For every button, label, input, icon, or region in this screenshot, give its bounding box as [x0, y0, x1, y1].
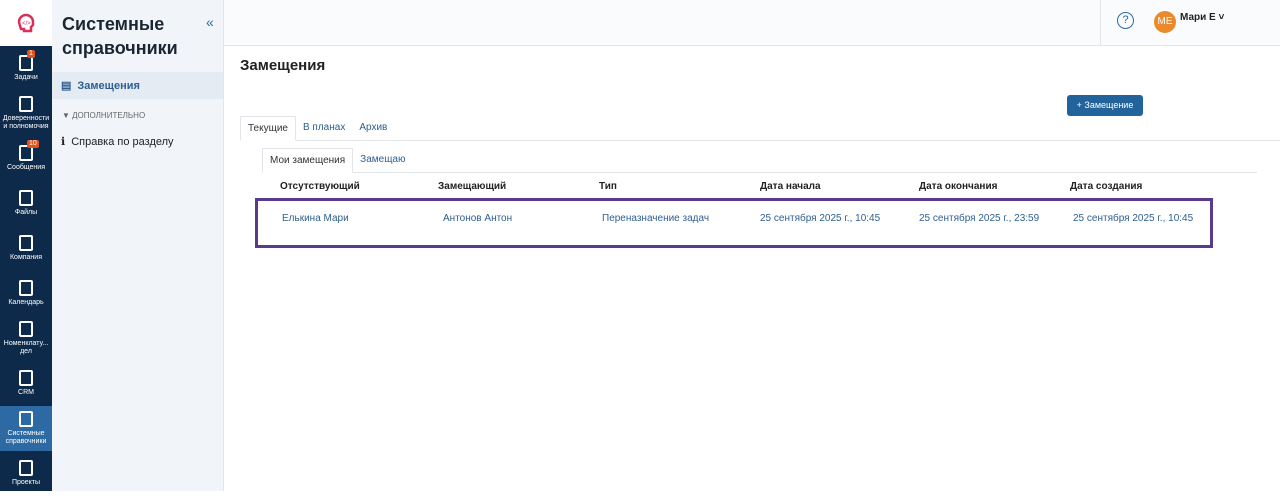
column-header[interactable]: Отсутствующий: [280, 181, 360, 192]
tab-my-substitutions[interactable]: Мои замещения: [262, 148, 354, 173]
column-header[interactable]: Тип: [599, 181, 617, 192]
rail-item[interactable]: 1 Задачи: [0, 46, 52, 91]
section-label: ДОПОЛНИТЕЛЬНО: [72, 111, 146, 120]
sidebar-item-label: Справка по разделу: [71, 135, 174, 148]
section-sidebar: Системные справочники « ▤ Замещения ▼ ДОП…: [52, 0, 224, 491]
info-icon: ℹ: [61, 136, 66, 148]
rail-icon: [19, 235, 33, 251]
rail-icon: [19, 460, 33, 476]
rail-icon: [19, 280, 33, 296]
rail-label: Номенклату... дел: [3, 340, 49, 355]
tab-archive[interactable]: Архив: [352, 116, 394, 140]
rail-label: Системные справочники: [5, 430, 47, 445]
rail-item[interactable]: Системные справочники: [0, 406, 52, 451]
svg-text:</>: </>: [22, 21, 31, 27]
rail-icon: [19, 321, 33, 337]
rail-item[interactable]: 10 Сообщения: [0, 136, 52, 181]
document-icon: ▤: [61, 80, 72, 92]
sidebar-title: Системные справочники: [62, 14, 178, 58]
tab-substituting[interactable]: Замещаю: [353, 148, 412, 172]
sidebar-item-help[interactable]: ℹ Справка по разделу: [52, 128, 223, 155]
count-badge: 10: [27, 140, 39, 148]
rail-label: CRM: [18, 389, 34, 396]
highlight-box: [255, 198, 1213, 248]
subtabs: Мои замещения Замещаю: [262, 148, 1257, 173]
rail-item[interactable]: Компания: [0, 226, 52, 271]
rail-item[interactable]: Номенклату... дел: [0, 316, 52, 361]
sidebar-section-toggle[interactable]: ▼ ДОПОЛНИТЕЛЬНО: [52, 99, 223, 128]
rail-icon: [19, 96, 33, 112]
table-cell[interactable]: Елькина Мари: [282, 213, 349, 224]
count-badge: 1: [27, 50, 35, 58]
table-cell[interactable]: 25 сентября 2025 г., 23:59: [919, 213, 1039, 224]
user-menu[interactable]: Мари Е ˅: [1180, 12, 1224, 23]
column-header[interactable]: Дата начала: [760, 181, 821, 192]
top-bar: ? МЕ Мари Е ˅: [224, 0, 1280, 46]
table-cell[interactable]: 25 сентября 2025 г., 10:45: [1073, 213, 1193, 224]
app-rail: </> 1 Задачи Доверенности и полномочия 10 Со…: [0, 0, 52, 491]
avatar[interactable]: МЕ: [1154, 11, 1176, 33]
rail-label: Доверенности и полномочия: [2, 115, 50, 130]
rail-item[interactable]: Проекты: [0, 451, 52, 496]
rail-label: Задачи: [14, 74, 38, 81]
rail-label: Файлы: [14, 209, 38, 216]
main-content: Замещения + Замещение Текущие В планах А…: [224, 46, 1280, 491]
divider: [1100, 0, 1101, 46]
page-title: Замещения: [240, 57, 326, 74]
rail-label: Сообщения: [7, 164, 45, 171]
collapse-icon[interactable]: «: [206, 14, 214, 30]
logo-icon[interactable]: </>: [0, 0, 52, 46]
column-header[interactable]: Дата окончания: [919, 181, 997, 192]
tab-planned[interactable]: В планах: [296, 116, 352, 140]
sidebar-item-label: Замещения: [77, 79, 140, 92]
table-cell[interactable]: Антонов Антон: [443, 213, 512, 224]
rail-label: Проекты: [11, 479, 41, 486]
tab-current[interactable]: Текущие: [240, 116, 296, 141]
help-icon[interactable]: ?: [1117, 12, 1134, 29]
rail-icon: [19, 411, 33, 427]
rail-item[interactable]: Доверенности и полномочия: [0, 91, 52, 136]
rail-icon: [19, 370, 33, 386]
column-header[interactable]: Дата создания: [1070, 181, 1142, 192]
rail-item[interactable]: Файлы: [0, 181, 52, 226]
add-substitution-button[interactable]: + Замещение: [1067, 95, 1143, 116]
table-cell[interactable]: 25 сентября 2025 г., 10:45: [760, 213, 880, 224]
sidebar-item-substitutions[interactable]: ▤ Замещения: [52, 72, 223, 99]
column-header[interactable]: Замещающий: [438, 181, 506, 192]
rail-label: Календарь: [8, 299, 44, 306]
caret-down-icon: ▼: [62, 111, 73, 120]
rail-icon: [19, 190, 33, 206]
rail-item[interactable]: CRM: [0, 361, 52, 406]
rail-item[interactable]: Календарь: [0, 271, 52, 316]
rail-label: Компания: [9, 254, 43, 261]
tabs: Текущие В планах Архив: [240, 116, 1280, 141]
table-cell[interactable]: Переназначение задач: [602, 213, 709, 224]
